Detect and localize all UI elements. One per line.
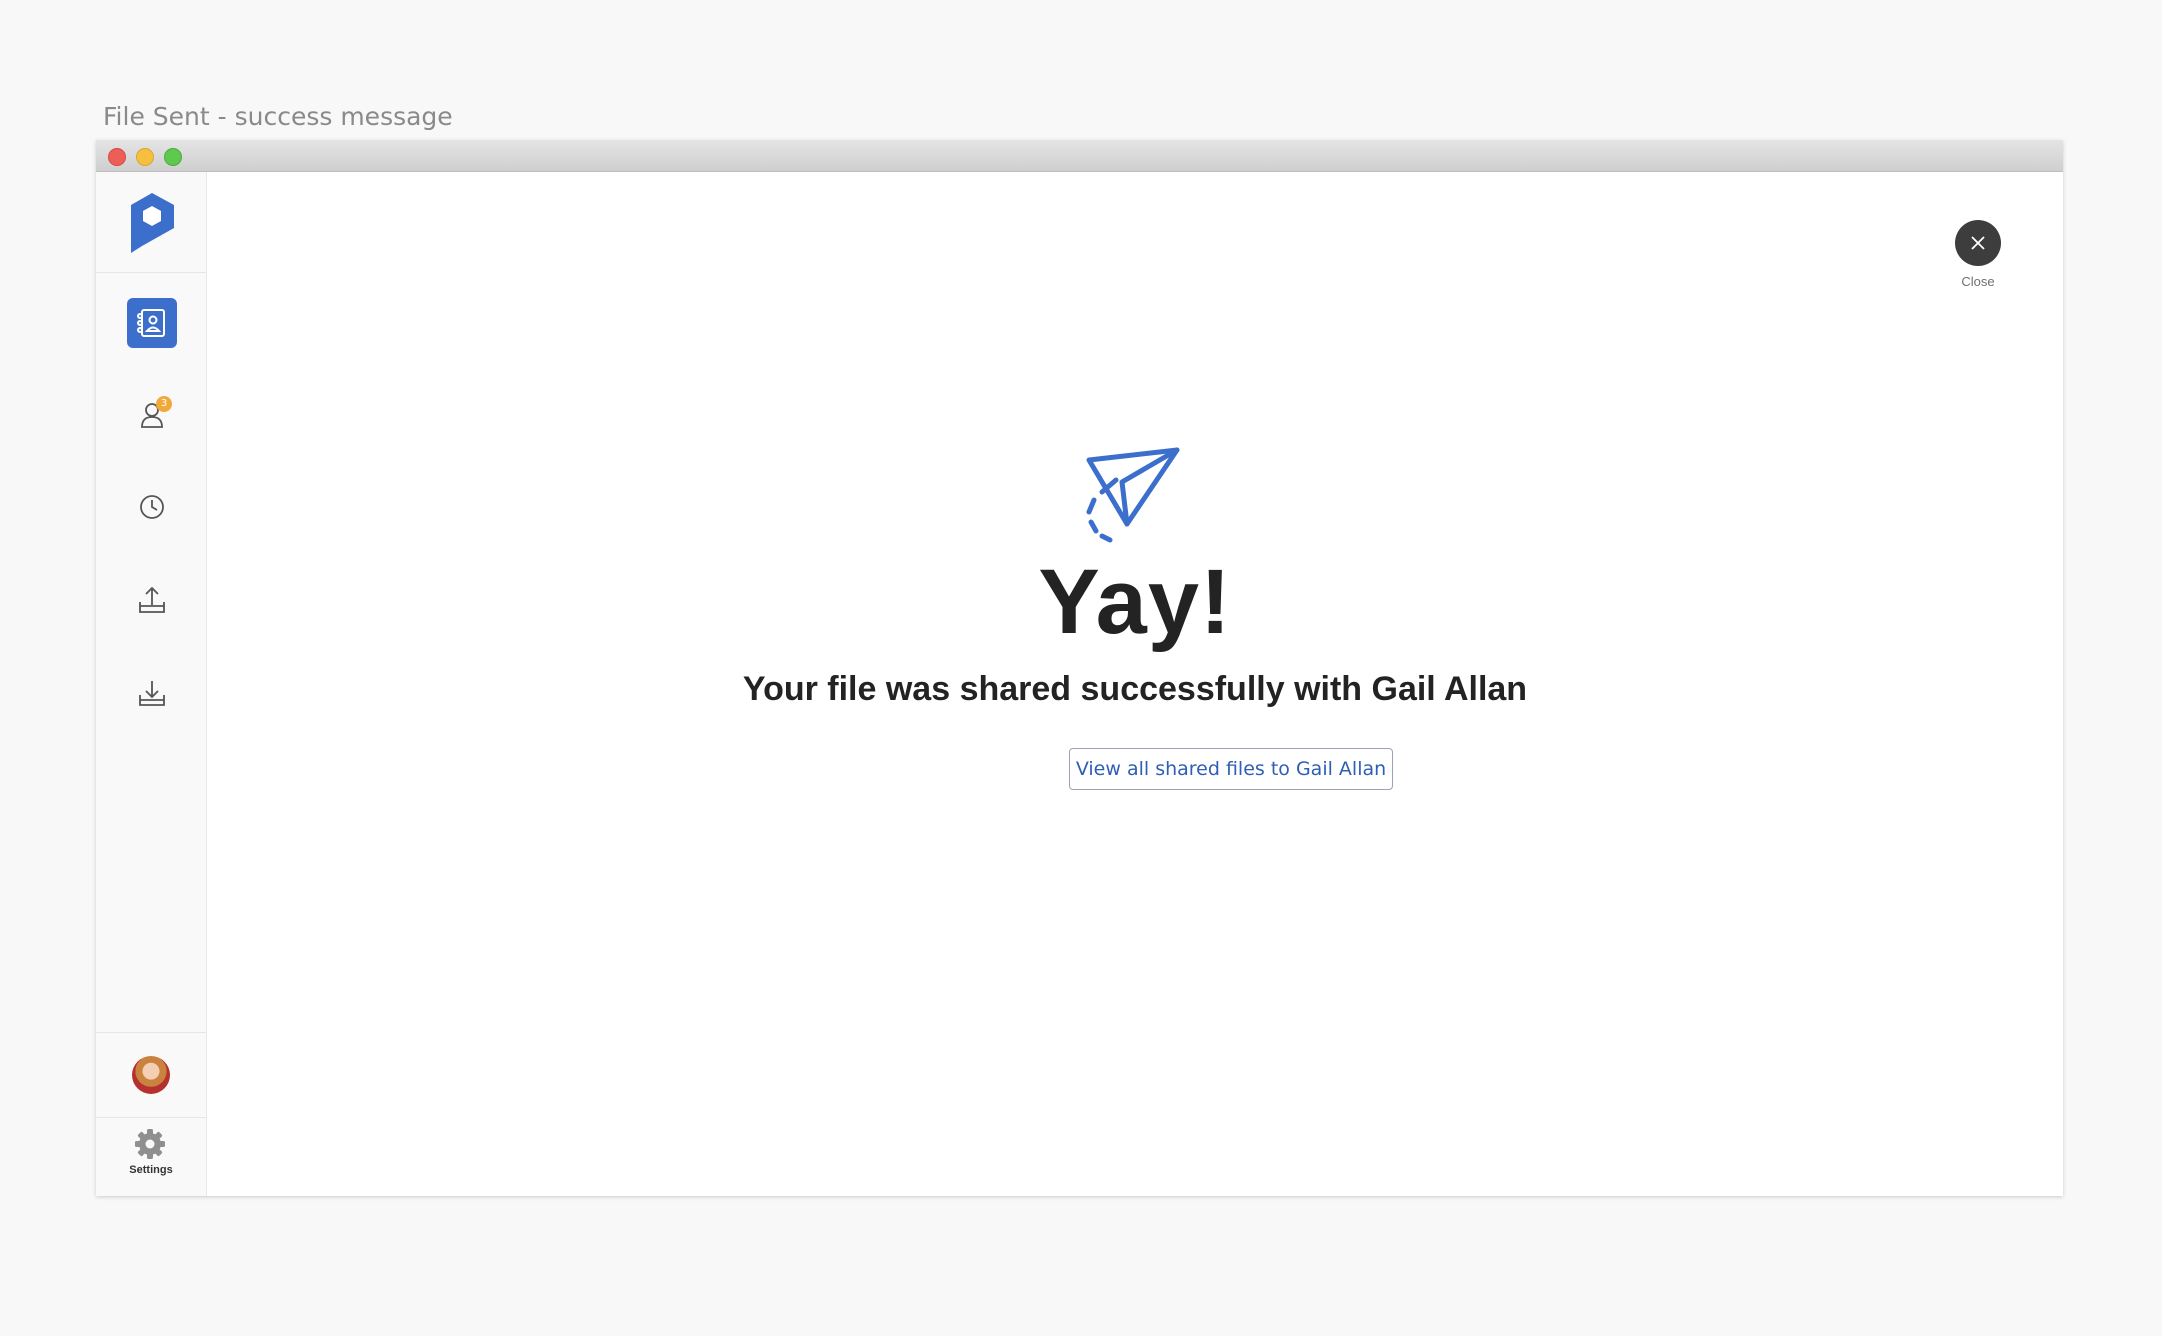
gear-icon (135, 1129, 165, 1159)
view-shared-files-button[interactable]: View all shared files to Gail Allan (1069, 748, 1393, 790)
close-label: Close (1961, 274, 1995, 289)
main-content: Close Yay! Your file was shared successf… (207, 172, 2063, 1196)
paper-plane-icon (1086, 447, 1180, 543)
success-message: Your file was shared successfully with G… (742, 670, 1528, 708)
notification-badge: 3 (156, 396, 172, 412)
app-window: 3 Settings Close Yay! Your file was shar… (96, 140, 2063, 1196)
close-button[interactable] (1955, 220, 2001, 266)
contacts-book-icon (137, 309, 165, 337)
window-close-dot[interactable] (108, 148, 126, 166)
title-bar (96, 140, 2063, 172)
profile-area (96, 1032, 206, 1118)
sidebar-item-users[interactable]: 3 (127, 390, 177, 440)
download-icon (139, 681, 165, 706)
sidebar-item-download[interactable] (127, 668, 177, 718)
avatar[interactable] (132, 1056, 170, 1094)
sidebar: 3 Settings (96, 172, 207, 1196)
clock-icon (140, 495, 164, 519)
sidebar-item-upload[interactable] (127, 575, 177, 625)
brand-logo-icon[interactable] (129, 192, 175, 254)
upload-icon (139, 586, 165, 613)
window-minimize-dot[interactable] (136, 148, 154, 166)
close-icon (1971, 236, 1985, 250)
sidebar-item-contacts[interactable] (127, 298, 177, 348)
success-heading: Yay! (1038, 551, 1232, 653)
settings-label: Settings (129, 1164, 173, 1176)
frame-caption: File Sent - success message (103, 102, 453, 131)
sidebar-item-history[interactable] (127, 482, 177, 532)
window-zoom-dot[interactable] (164, 148, 182, 166)
logo-area (96, 172, 206, 273)
sidebar-item-settings[interactable]: Settings (96, 1118, 206, 1190)
